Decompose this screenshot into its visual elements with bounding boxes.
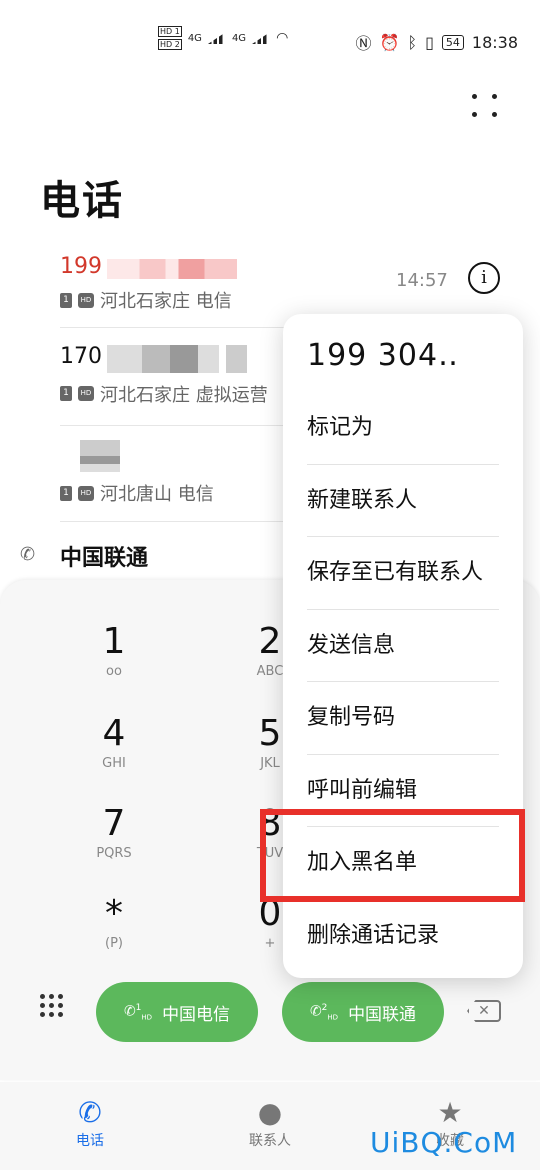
call-sim1-button[interactable]: ✆1HD 中国电信 [96, 982, 258, 1042]
status-bar: HD 1 HD 2 4G 4G ◠ Ⓝ ⏰ ᛒ ▯ 54 18:38 [0, 0, 540, 80]
key-star[interactable]: * (P) [54, 893, 174, 952]
hd-icon: HD [78, 386, 94, 401]
sim2-phone-icon: ✆2HD [309, 1002, 339, 1022]
call-sim2-button[interactable]: ✆2HD 中国联通 [282, 982, 444, 1042]
battery-icon: 54 [441, 34, 464, 50]
menu-item-delete-log[interactable]: 删除通话记录 [307, 900, 499, 972]
sim-icon: 1 [60, 292, 72, 308]
hd-icon: HD [78, 292, 94, 308]
key-digit: 7 [102, 803, 126, 844]
sim1-hd-icon: HD 1 [158, 26, 182, 37]
wifi-icon: ◠ [276, 30, 289, 46]
clock: 18:38 [471, 32, 518, 52]
hd-label: HD [327, 1013, 339, 1022]
signal-1-icon [207, 32, 226, 44]
call-time: 14:57 [396, 270, 448, 291]
phone-icon: ✆ [78, 1096, 102, 1129]
star-icon: ★ [437, 1096, 463, 1129]
key-digit: 4 [102, 713, 126, 754]
call-forward-icon: ✆ [20, 544, 36, 565]
signal-2-icon [252, 32, 271, 44]
highlight-annotation [260, 809, 525, 902]
status-icons: Ⓝ ⏰ ᛒ ▯ 54 18:38 [356, 30, 518, 54]
call-number: 170 [60, 344, 102, 369]
call-location: 河北石家庄 虚拟运营 [100, 384, 268, 406]
menu-item-send-message[interactable]: 发送信息 [307, 610, 499, 682]
info-icon[interactable]: i [468, 262, 500, 294]
tab-phone[interactable]: ✆ 电话 [40, 1096, 140, 1150]
key-letters: (P) [105, 936, 123, 951]
watermark: UiBQ.CoM [370, 1126, 518, 1159]
signal-group: HD 1 HD 2 4G 4G ◠ [158, 26, 288, 50]
sim-number: 1 [135, 1002, 142, 1013]
key-digit: * [105, 893, 123, 934]
key-digit: 1 [102, 621, 126, 662]
hd-icon: HD [78, 485, 94, 501]
menu-item-save-existing[interactable]: 保存至已有联系人 [307, 537, 499, 609]
sim-icon: 1 [60, 386, 72, 401]
key-letters: PQRS [96, 846, 132, 861]
sim-icon: 1 [60, 485, 72, 501]
menu-item-mark[interactable]: 标记为 [307, 392, 499, 464]
key-1[interactable]: 1 oo [54, 621, 174, 680]
sim1-phone-icon: ✆1HD [123, 1002, 153, 1022]
call-sim1-label: 中国电信 [162, 1004, 231, 1025]
alarm-icon: ⏰ [379, 32, 400, 52]
hd-label: HD [141, 1013, 153, 1022]
voicemail-icon: oo [106, 664, 122, 679]
dialpad-toggle-icon[interactable] [40, 994, 63, 1017]
bluetooth-icon: ᛒ [407, 32, 418, 52]
menu-item-new-contact[interactable]: 新建联系人 [307, 465, 499, 537]
tab-phone-label: 电话 [76, 1133, 104, 1149]
tab-contacts-label: 联系人 [249, 1133, 291, 1149]
sim-number: 2 [321, 1002, 328, 1013]
redacted-number [80, 440, 120, 472]
call-location: 河北唐山 电信 [100, 484, 214, 505]
vibrate-icon: ▯ [425, 32, 434, 52]
call-number: 199 [60, 254, 102, 279]
sim2-hd-icon: HD 2 [158, 39, 182, 50]
menu-title: 199 304‥ [307, 338, 460, 373]
redacted-number [107, 344, 248, 373]
network-type-1: 4G [187, 32, 202, 44]
tab-contacts[interactable]: ● 联系人 [220, 1096, 320, 1150]
key-4[interactable]: 4 GHI [54, 713, 174, 772]
page-title: 电话 [40, 178, 124, 224]
person-icon: ● [257, 1096, 283, 1129]
call-number: 中国联通 [60, 546, 149, 571]
nfc-icon: Ⓝ [355, 34, 372, 53]
call-sim2-label: 中国联通 [348, 1004, 417, 1025]
key-letters: GHI [102, 756, 126, 771]
key-7[interactable]: 7 PQRS [54, 803, 174, 862]
network-type-2: 4G [231, 32, 247, 44]
redacted-number [107, 258, 238, 279]
call-location: 河北石家庄 电信 [100, 291, 232, 312]
menu-item-copy-number[interactable]: 复制号码 [307, 682, 499, 754]
more-options-icon[interactable] [470, 92, 504, 122]
